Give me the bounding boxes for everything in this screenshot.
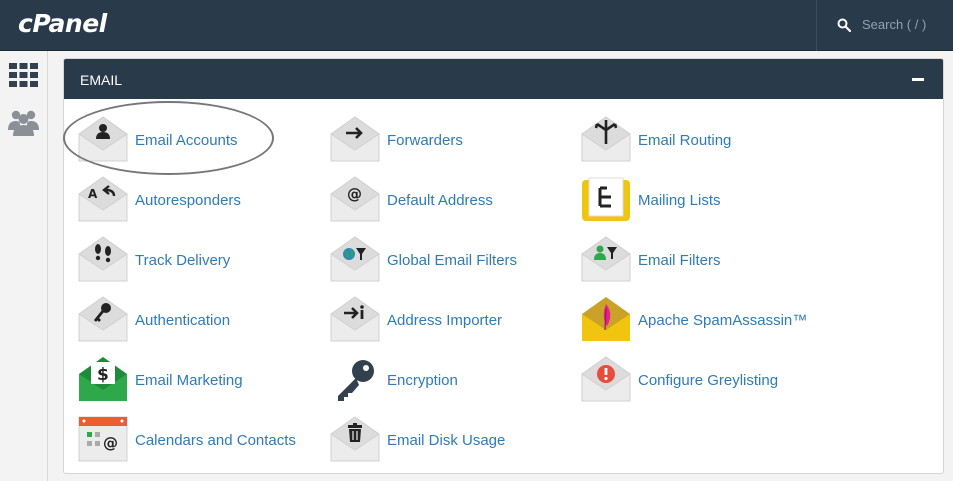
address-importer-icon <box>330 296 380 342</box>
panel-header[interactable]: EMAIL <box>64 59 943 99</box>
autoresponders-label: Autoresponders <box>135 192 241 209</box>
configure-greylisting-label: Configure Greylisting <box>638 372 779 389</box>
global-email-filters-label: Global Email Filters <box>387 252 518 269</box>
apache-spamassassin-link[interactable]: Apache SpamAssassin™ <box>581 296 821 350</box>
email-marketing-label: Email Marketing <box>135 372 243 389</box>
mailing-lists-icon <box>582 177 630 221</box>
collapse-icon[interactable] <box>912 78 924 81</box>
calendar-icon: @ <box>78 416 128 462</box>
svg-text:A: A <box>88 187 98 201</box>
apache-spamassassin-label: Apache SpamAssassin™ <box>638 312 808 329</box>
email-disk-usage-icon <box>330 416 380 462</box>
users-icon[interactable] <box>8 108 39 136</box>
default-address-label: Default Address <box>387 192 493 209</box>
address-importer-link[interactable]: Address Importer <box>330 296 570 350</box>
section-title: EMAIL <box>80 72 123 88</box>
svg-text:$: $ <box>97 365 109 385</box>
email-filters-label: Email Filters <box>638 252 721 269</box>
forwarders-icon <box>330 116 380 162</box>
email-marketing-link[interactable]: $ Email Marketing <box>78 356 318 410</box>
encryption-link[interactable]: Encryption <box>330 356 570 410</box>
sidebar <box>0 51 48 481</box>
calendars-and-contacts-label: Calendars and Contacts <box>135 432 296 449</box>
cpanel-logo[interactable]: cPanel <box>18 9 107 38</box>
greylisting-icon <box>581 356 631 402</box>
search-box[interactable]: Search ( / ) <box>816 0 953 51</box>
email-routing-icon <box>581 116 631 162</box>
key-icon <box>338 360 374 401</box>
top-bar: cPanel Search ( / ) <box>0 0 953 51</box>
forwarders-link[interactable]: Forwarders <box>330 116 570 170</box>
encryption-label: Encryption <box>387 372 458 389</box>
email-routing-link[interactable]: Email Routing <box>581 116 821 170</box>
global-email-filters-link[interactable]: Global Email Filters <box>330 236 570 290</box>
authentication-link[interactable]: Authentication <box>78 296 318 350</box>
mailing-lists-label: Mailing Lists <box>638 192 721 209</box>
track-delivery-label: Track Delivery <box>135 252 231 269</box>
configure-greylisting-link[interactable]: Configure Greylisting <box>581 356 821 410</box>
svg-text:@: @ <box>103 434 118 452</box>
autoresponders-link[interactable]: A Autoresponders <box>78 176 318 230</box>
default-address-link[interactable]: @ Default Address <box>330 176 570 230</box>
email-accounts-icon <box>78 116 128 162</box>
search-icon <box>837 18 851 32</box>
svg-text:@: @ <box>347 185 362 203</box>
forwarders-label: Forwarders <box>387 132 463 149</box>
email-filters-link[interactable]: Email Filters <box>581 236 821 290</box>
email-filters-icon <box>581 236 631 282</box>
authentication-icon <box>78 296 128 342</box>
mailing-lists-link[interactable]: Mailing Lists <box>581 176 821 230</box>
calendars-and-contacts-link[interactable]: @ Calendars and Contacts <box>78 416 318 470</box>
global-email-filters-icon <box>330 236 380 282</box>
track-delivery-link[interactable]: Track Delivery <box>78 236 318 290</box>
email-disk-usage-link[interactable]: Email Disk Usage <box>330 416 570 470</box>
email-marketing-icon: $ <box>79 357 127 401</box>
track-delivery-icon <box>78 236 128 282</box>
email-accounts-label: Email Accounts <box>135 132 238 149</box>
authentication-label: Authentication <box>135 312 231 329</box>
address-importer-label: Address Importer <box>387 312 503 329</box>
spamassassin-icon <box>582 297 630 341</box>
grid-icon[interactable] <box>8 61 39 89</box>
email-disk-usage-label: Email Disk Usage <box>387 432 506 449</box>
search-input[interactable]: Search ( / ) <box>862 17 926 32</box>
autoresponders-icon: A <box>78 176 128 222</box>
email-accounts-link[interactable]: Email Accounts <box>78 116 318 170</box>
email-routing-label: Email Routing <box>638 132 732 149</box>
default-address-icon: @ <box>330 176 380 222</box>
